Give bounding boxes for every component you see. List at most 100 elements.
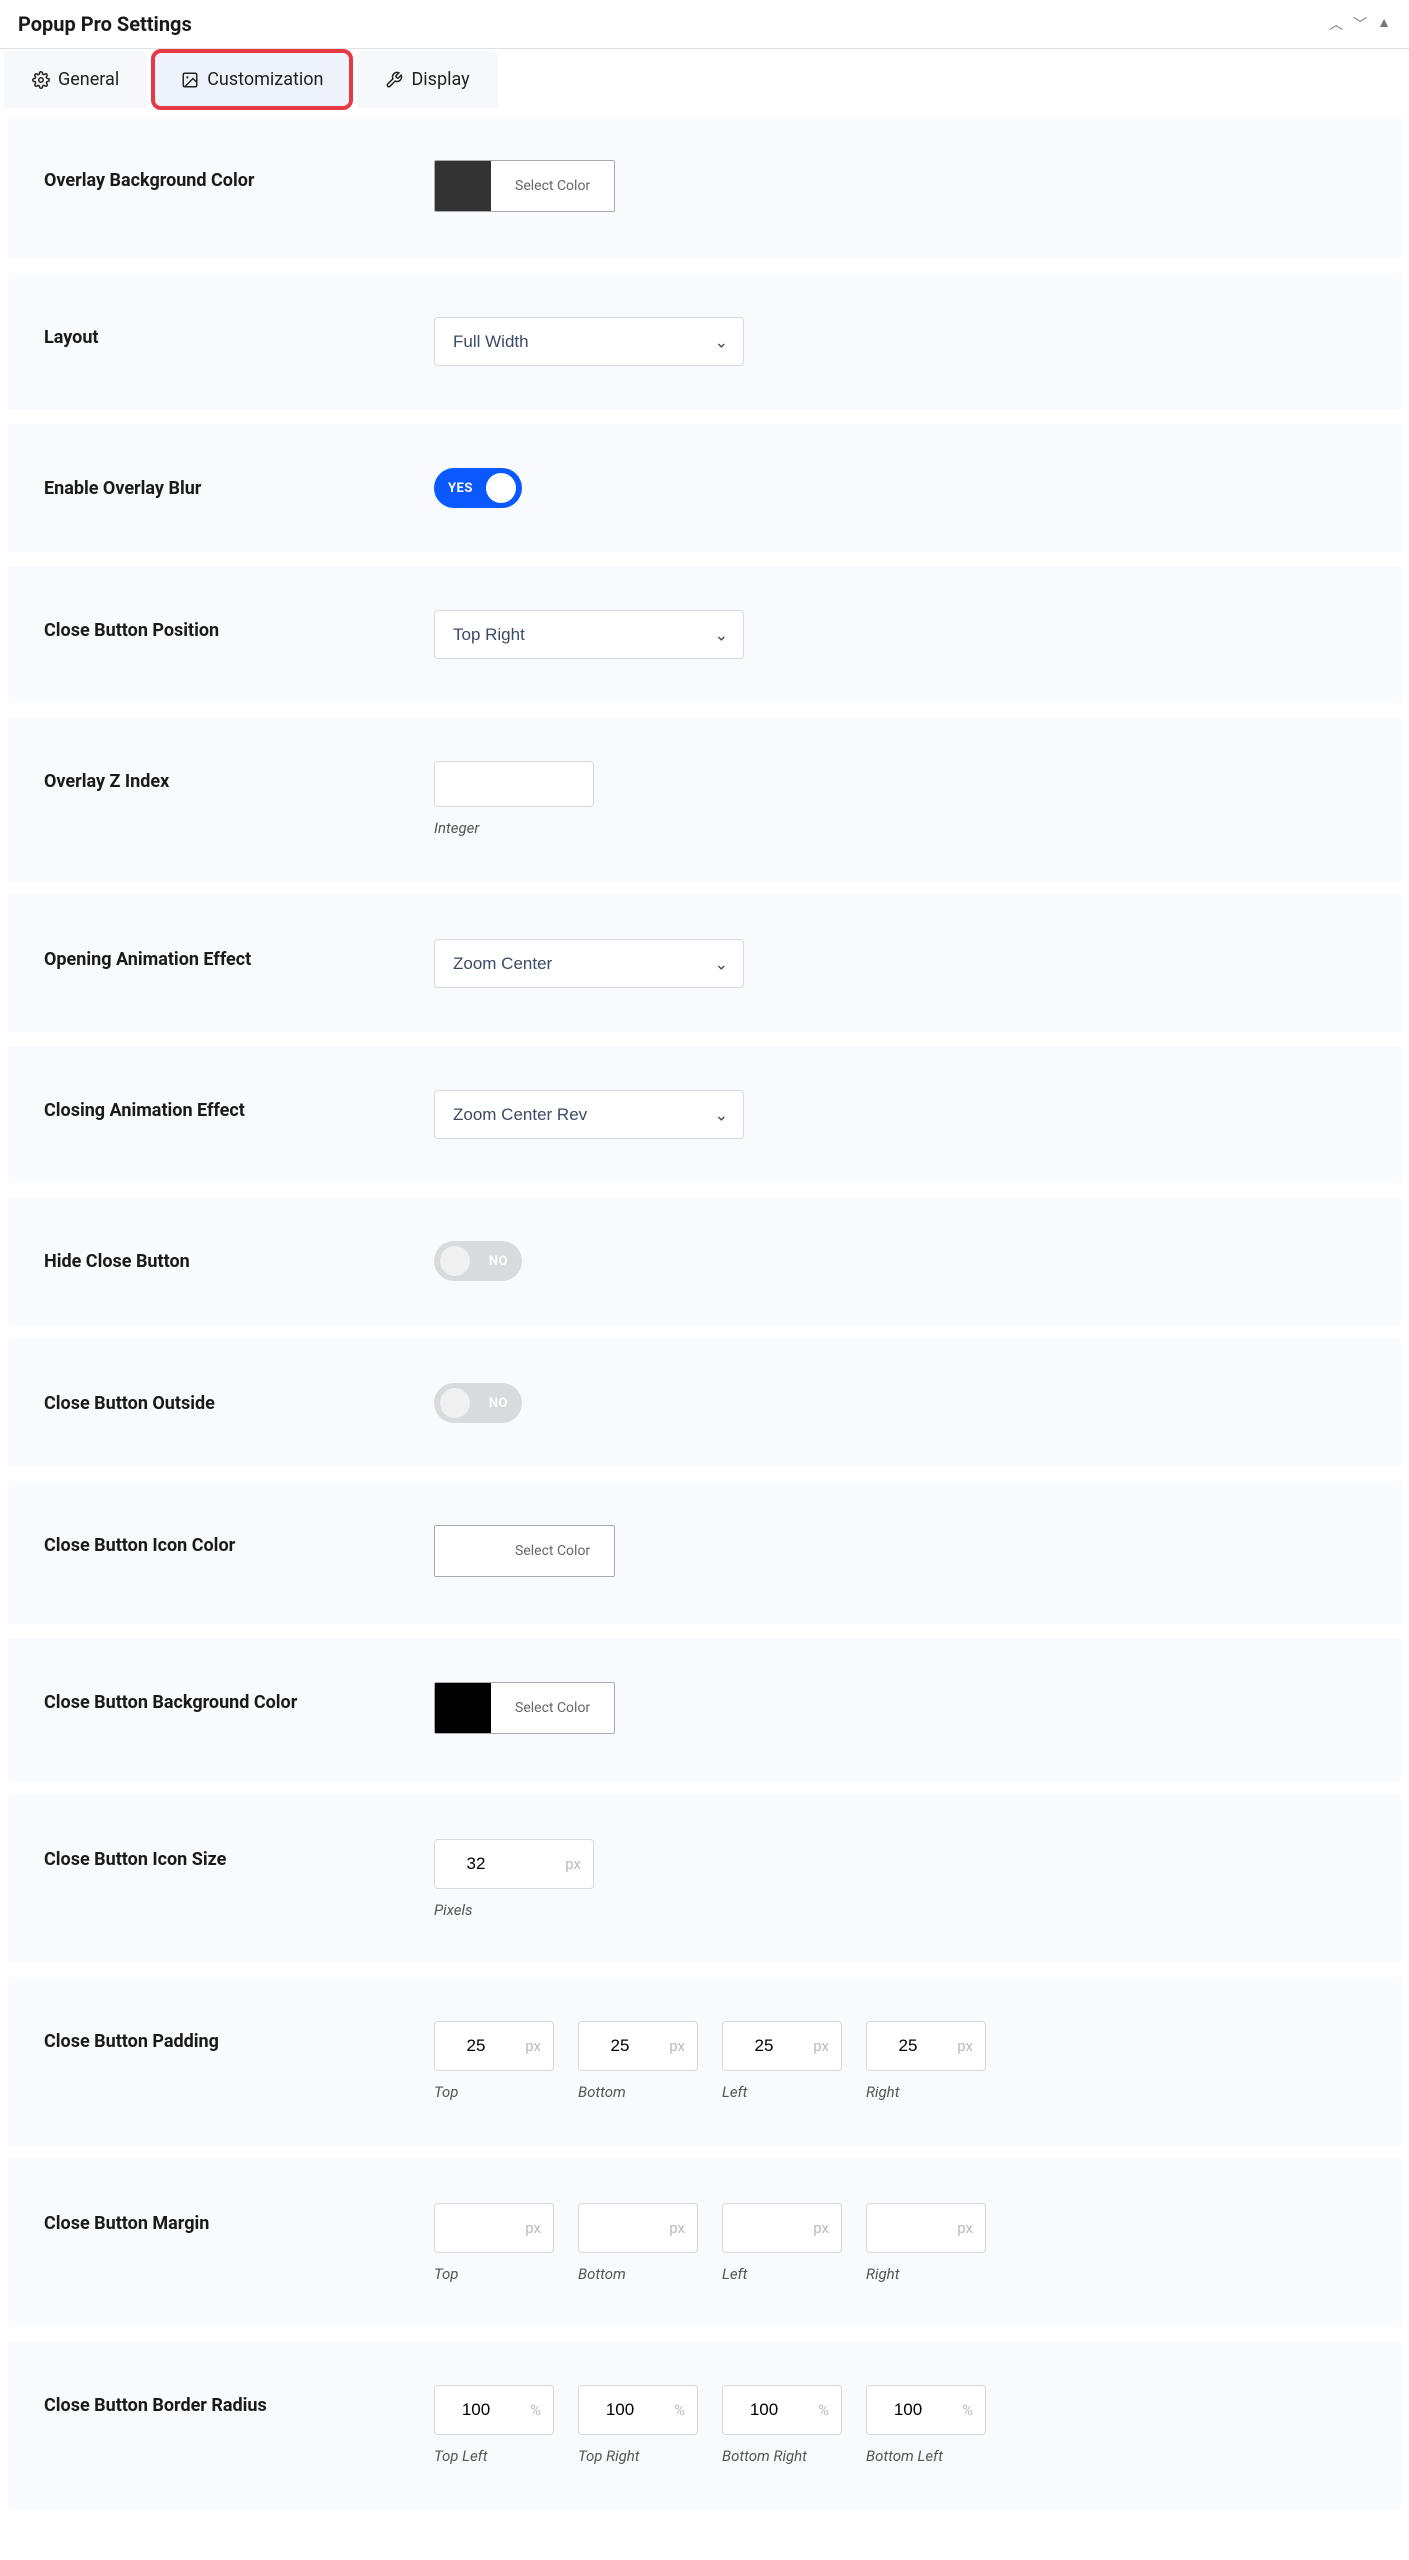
margin-left-input[interactable] bbox=[723, 2204, 793, 2252]
field-label: Close Button Background Color bbox=[44, 1682, 434, 1713]
field-close-padding: Close Button Padding px Top px Bottom bbox=[8, 1977, 1401, 2145]
sub-label: Left bbox=[722, 2083, 842, 2101]
field-close-bg-color: Close Button Background Color Select Col… bbox=[8, 1638, 1401, 1781]
field-label: Close Button Icon Size bbox=[44, 1839, 434, 1870]
field-label: Close Button Border Radius bbox=[44, 2385, 434, 2416]
margin-top-input[interactable] bbox=[435, 2204, 505, 2252]
field-close-position: Close Button Position Top Right ⌄ bbox=[8, 566, 1401, 703]
sub-label: Bottom bbox=[578, 2265, 698, 2283]
unit-label: % bbox=[793, 2401, 841, 2419]
sub-label: Bottom Right bbox=[722, 2447, 842, 2465]
field-label: Overlay Background Color bbox=[44, 160, 434, 191]
layout-select[interactable]: Full Width bbox=[434, 317, 744, 366]
padding-right-input[interactable] bbox=[867, 2022, 937, 2070]
tab-bar: General Customization Display bbox=[0, 49, 1409, 108]
toggle-on-label: YES bbox=[448, 481, 473, 496]
image-icon bbox=[181, 71, 199, 89]
field-hint: Integer bbox=[434, 819, 1365, 837]
padding-top-input[interactable] bbox=[435, 2022, 505, 2070]
field-hide-close: Hide Close Button NO bbox=[8, 1197, 1401, 1325]
field-label: Close Button Position bbox=[44, 610, 434, 641]
sub-label: Top bbox=[434, 2083, 554, 2101]
field-overlay-bg-color: Overlay Background Color Select Color bbox=[8, 116, 1401, 259]
unit-label: px bbox=[649, 2219, 697, 2237]
close-outside-toggle[interactable]: NO bbox=[434, 1383, 522, 1423]
color-swatch bbox=[435, 1526, 491, 1576]
radius-br-input[interactable] bbox=[723, 2386, 793, 2434]
select-color-label: Select Color bbox=[491, 1683, 614, 1733]
close-animation-select[interactable]: Zoom Center Rev bbox=[434, 1090, 744, 1139]
close-icon-size-input[interactable] bbox=[435, 1840, 505, 1888]
field-label: Hide Close Button bbox=[44, 1241, 434, 1272]
field-layout: Layout Full Width ⌄ bbox=[8, 273, 1401, 410]
close-position-select[interactable]: Top Right bbox=[434, 610, 744, 659]
unit-label: px bbox=[793, 2037, 841, 2055]
overlay-bg-color-picker[interactable]: Select Color bbox=[434, 160, 615, 212]
tab-customization[interactable]: Customization bbox=[153, 51, 351, 108]
tab-display[interactable]: Display bbox=[357, 51, 497, 108]
field-label: Close Button Outside bbox=[44, 1383, 434, 1414]
close-bg-color-picker[interactable]: Select Color bbox=[434, 1682, 615, 1734]
field-hint: Pixels bbox=[434, 1901, 1365, 1919]
toggle-knob bbox=[440, 1388, 470, 1418]
sub-label: Left bbox=[722, 2265, 842, 2283]
sub-label: Right bbox=[866, 2083, 986, 2101]
field-z-index: Overlay Z Index Integer bbox=[8, 717, 1401, 881]
field-label: Overlay Z Index bbox=[44, 761, 434, 792]
toggle-knob bbox=[486, 473, 516, 503]
chevron-up-icon[interactable]: ︿ bbox=[1329, 14, 1343, 34]
padding-left-input[interactable] bbox=[723, 2022, 793, 2070]
tab-general[interactable]: General bbox=[4, 51, 147, 108]
tab-label: Customization bbox=[207, 69, 323, 90]
metabox-toggle-controls: ︿ ﹀ ▲ bbox=[1329, 14, 1391, 34]
sub-label: Bottom bbox=[578, 2083, 698, 2101]
toggle-off-label: NO bbox=[489, 1396, 508, 1411]
close-icon-color-picker[interactable]: Select Color bbox=[434, 1525, 615, 1577]
tools-icon bbox=[385, 71, 403, 89]
gear-icon bbox=[32, 71, 50, 89]
tab-label: Display bbox=[411, 69, 469, 90]
metabox-header: Popup Pro Settings ︿ ﹀ ▲ bbox=[0, 0, 1409, 49]
unit-label: px bbox=[937, 2037, 985, 2055]
field-label: Layout bbox=[44, 317, 434, 348]
unit-label: px bbox=[505, 1855, 593, 1873]
unit-label: px bbox=[649, 2037, 697, 2055]
field-label: Enable Overlay Blur bbox=[44, 468, 434, 499]
radius-tr-input[interactable] bbox=[579, 2386, 649, 2434]
overlay-blur-toggle[interactable]: YES bbox=[434, 468, 522, 508]
field-close-icon-color: Close Button Icon Color Select Color bbox=[8, 1481, 1401, 1624]
toggle-off-label: NO bbox=[489, 1254, 508, 1269]
radius-bl-input[interactable] bbox=[867, 2386, 937, 2434]
field-label: Close Button Margin bbox=[44, 2203, 434, 2234]
sub-label: Bottom Left bbox=[866, 2447, 986, 2465]
unit-label: % bbox=[937, 2401, 985, 2419]
field-label: Opening Animation Effect bbox=[44, 939, 434, 970]
sub-label: Right bbox=[866, 2265, 986, 2283]
padding-bottom-input[interactable] bbox=[579, 2022, 649, 2070]
margin-right-input[interactable] bbox=[867, 2204, 937, 2252]
color-swatch bbox=[435, 161, 491, 211]
chevron-down-icon[interactable]: ﹀ bbox=[1353, 14, 1367, 34]
sub-label: Top Left bbox=[434, 2447, 554, 2465]
triangle-up-icon[interactable]: ▲ bbox=[1377, 14, 1391, 34]
sub-label: Top bbox=[434, 2265, 554, 2283]
unit-label: px bbox=[937, 2219, 985, 2237]
open-animation-select[interactable]: Zoom Center bbox=[434, 939, 744, 988]
field-label: Close Button Icon Color bbox=[44, 1525, 434, 1556]
field-label: Closing Animation Effect bbox=[44, 1090, 434, 1121]
sub-label: Top Right bbox=[578, 2447, 698, 2465]
settings-panel: Overlay Background Color Select Color La… bbox=[0, 108, 1409, 2531]
margin-bottom-input[interactable] bbox=[579, 2204, 649, 2252]
field-close-outside: Close Button Outside NO bbox=[8, 1339, 1401, 1467]
unit-label: px bbox=[505, 2219, 553, 2237]
radius-tl-input[interactable] bbox=[435, 2386, 505, 2434]
field-close-icon-size: Close Button Icon Size px Pixels bbox=[8, 1795, 1401, 1963]
unit-label: % bbox=[649, 2401, 697, 2419]
metabox-title: Popup Pro Settings bbox=[18, 12, 192, 36]
hide-close-toggle[interactable]: NO bbox=[434, 1241, 522, 1281]
select-color-label: Select Color bbox=[491, 1526, 614, 1576]
field-close-animation: Closing Animation Effect Zoom Center Rev… bbox=[8, 1046, 1401, 1183]
unit-label: px bbox=[793, 2219, 841, 2237]
tab-label: General bbox=[58, 69, 119, 90]
z-index-input[interactable] bbox=[434, 761, 594, 807]
